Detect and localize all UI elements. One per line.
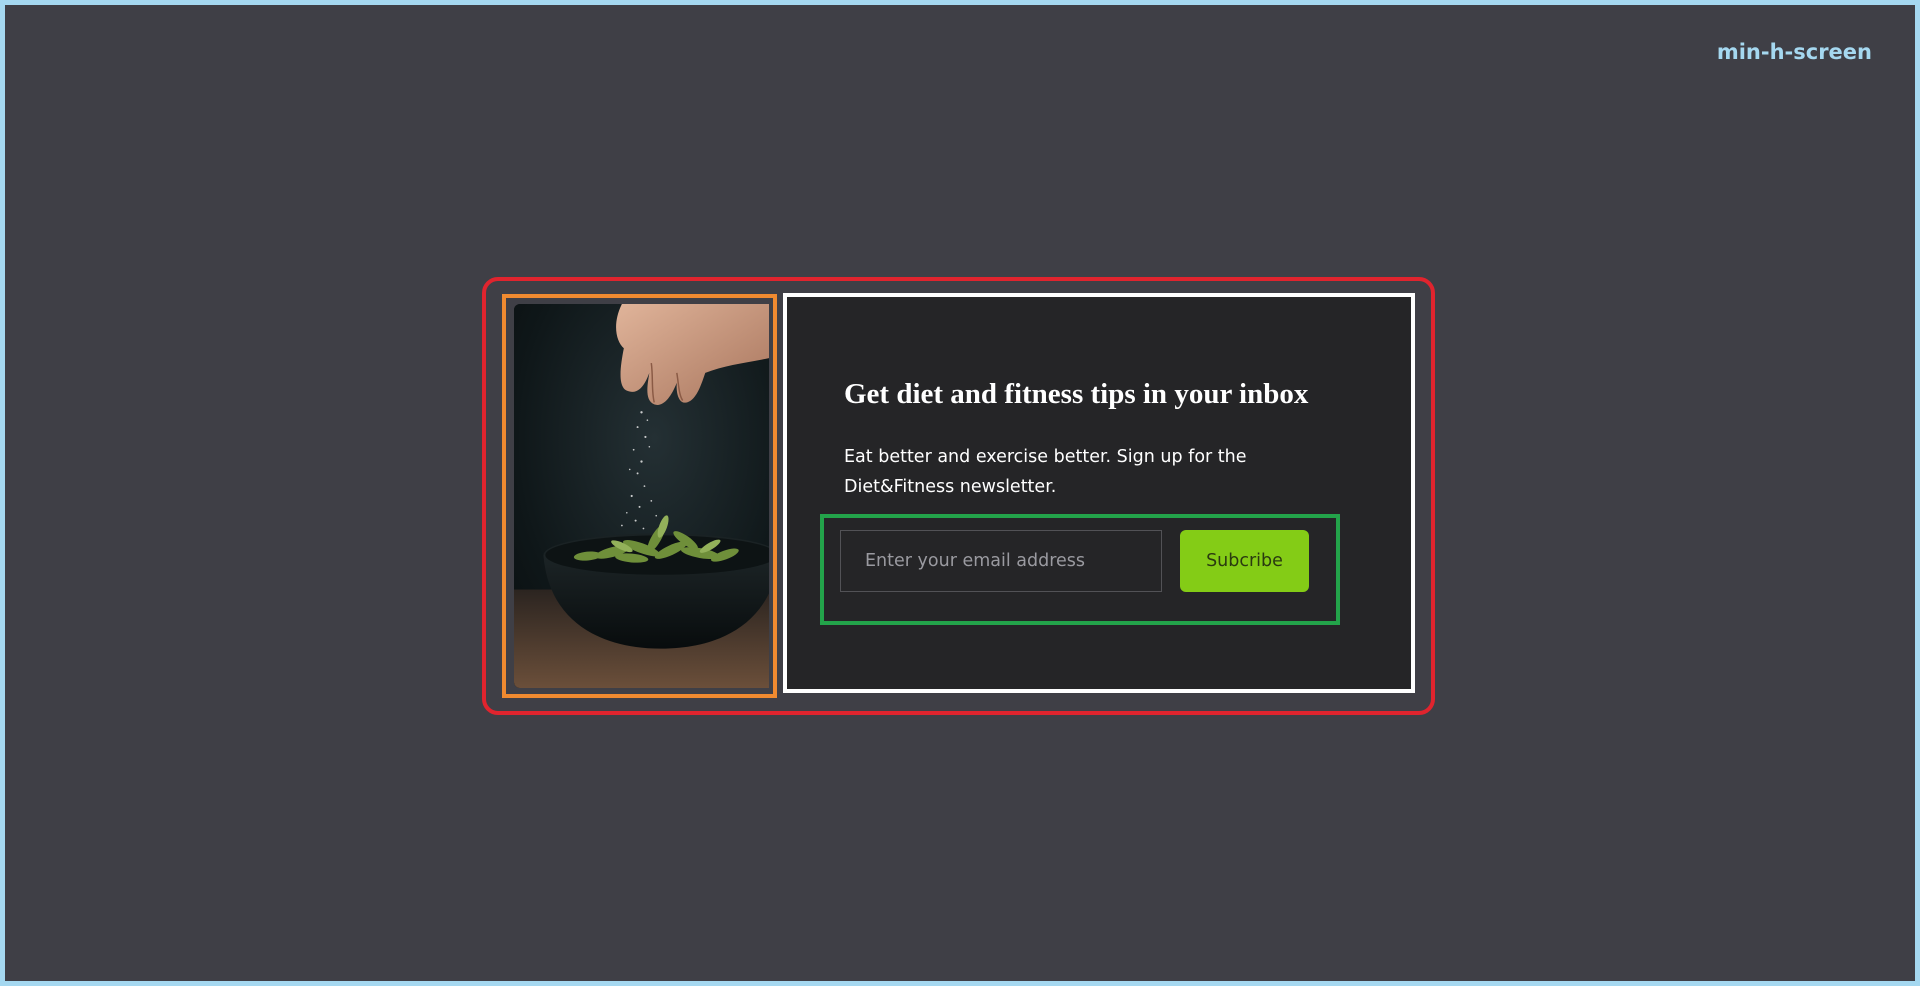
newsletter-description: Eat better and exercise better. Sign up … [844, 447, 1247, 497]
food-photo [514, 304, 769, 688]
image-frame [502, 294, 777, 698]
subscribe-button[interactable]: Subcribe [1180, 530, 1309, 592]
newsletter-content-panel: Get diet and fitness tips in your inbox … [783, 293, 1415, 693]
newsletter-heading: Get diet and fitness tips in your inbox [844, 378, 1309, 410]
screen-label: min-h-screen [1716, 40, 1872, 64]
edamame-bowl-image [514, 304, 769, 688]
email-input[interactable] [840, 530, 1162, 592]
